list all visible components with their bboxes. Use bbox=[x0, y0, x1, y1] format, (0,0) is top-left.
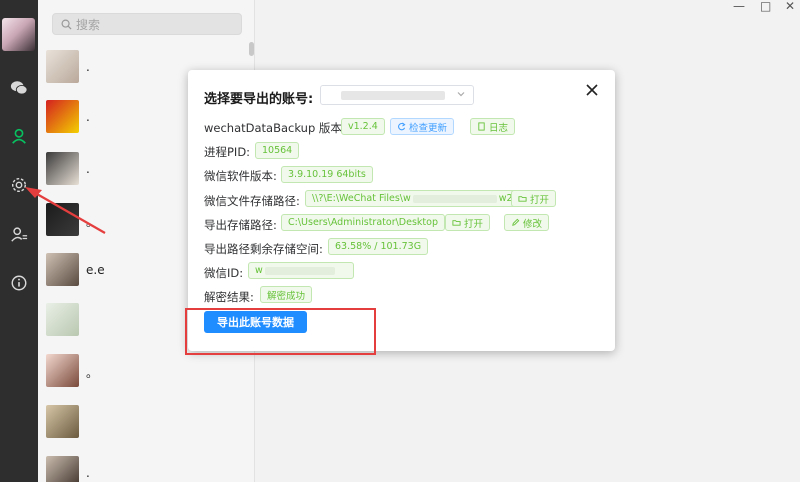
files-path-redacted bbox=[412, 194, 497, 203]
folder-icon bbox=[518, 196, 527, 202]
export-path-tag: C:\Users\Administrator\Desktop bbox=[281, 214, 445, 231]
close-icon[interactable] bbox=[585, 83, 599, 97]
contact-name: e.e bbox=[86, 263, 105, 277]
account-select[interactable] bbox=[320, 85, 474, 105]
version-label: wechatDataBackup 版本: bbox=[204, 121, 346, 135]
pid-tag: 10564 bbox=[255, 142, 300, 159]
wechat-id-redacted bbox=[264, 266, 335, 275]
check-update-label: 检查更新 bbox=[409, 122, 448, 134]
contact-avatar bbox=[46, 50, 79, 83]
decrypt-result-label: 解密结果: bbox=[204, 290, 254, 304]
user-manage-icon[interactable] bbox=[9, 224, 29, 244]
account-redacted bbox=[341, 91, 445, 100]
wechat-version-label: 微信软件版本: bbox=[204, 169, 277, 183]
open-export-path-button[interactable]: 打开 bbox=[445, 214, 491, 231]
contact-name: . bbox=[86, 466, 90, 480]
contact-name: . bbox=[86, 60, 90, 74]
modify-label: 修改 bbox=[523, 218, 543, 230]
wechat-id-value: w bbox=[255, 265, 263, 276]
refresh-icon bbox=[398, 122, 406, 131]
chat-list-item[interactable]: 。 bbox=[38, 354, 250, 404]
search-placeholder: 搜索 bbox=[76, 17, 101, 32]
free-space-label: 导出路径剩余存储空间: bbox=[204, 242, 323, 256]
contact-name: . bbox=[86, 162, 90, 176]
log-label: 日志 bbox=[489, 122, 509, 134]
open-files-path-button[interactable]: 打开 bbox=[511, 190, 557, 207]
contact-avatar bbox=[46, 303, 79, 336]
chevron-down-icon bbox=[457, 92, 465, 97]
files-path-label: 微信文件存储路径: bbox=[204, 194, 300, 208]
highlight-box bbox=[185, 308, 376, 355]
contacts-icon[interactable] bbox=[9, 126, 29, 146]
files-path-prefix: \\?\E:\WeChat Files\w bbox=[312, 193, 411, 204]
open-label-2: 打开 bbox=[464, 218, 484, 230]
user-avatar[interactable] bbox=[2, 18, 35, 51]
folder-icon bbox=[452, 220, 461, 226]
check-update-button[interactable]: 检查更新 bbox=[390, 118, 455, 135]
contact-name: . bbox=[86, 110, 90, 124]
contact-avatar bbox=[46, 152, 79, 185]
minimize-button[interactable]: — bbox=[733, 0, 745, 14]
log-button[interactable]: 日志 bbox=[470, 118, 516, 135]
settings-gear-icon[interactable] bbox=[9, 175, 29, 195]
wechat-id-label: 微信ID: bbox=[204, 266, 244, 280]
left-nav bbox=[0, 0, 38, 482]
search-icon bbox=[61, 19, 72, 30]
chat-list-item[interactable]: . bbox=[38, 456, 250, 482]
free-space-tag: 63.58% / 101.73G bbox=[328, 238, 429, 255]
maximize-button[interactable]: □ bbox=[760, 0, 771, 14]
version-tag: v1.2.4 bbox=[341, 118, 385, 135]
chat-icon[interactable] bbox=[9, 78, 29, 98]
edit-pencil-icon bbox=[512, 218, 520, 226]
contact-avatar bbox=[46, 203, 79, 236]
open-label: 打开 bbox=[530, 194, 550, 206]
export-path-label: 导出存储路径: bbox=[204, 218, 277, 232]
modify-export-path-button[interactable]: 修改 bbox=[504, 214, 550, 231]
wechat-version-tag: 3.9.10.19 64bits bbox=[281, 166, 373, 183]
contact-avatar bbox=[46, 100, 79, 133]
files-path-tag: \\?\E:\WeChat Files\w w2522 bbox=[305, 190, 538, 207]
dialog-title: 选择要导出的账号: bbox=[204, 92, 314, 107]
info-icon[interactable] bbox=[9, 273, 29, 293]
search-input[interactable]: 搜索 bbox=[52, 13, 242, 35]
contact-name: 。 bbox=[86, 215, 99, 229]
wechat-id-tag: w bbox=[248, 262, 354, 279]
chat-list-item[interactable] bbox=[38, 405, 250, 455]
contact-avatar bbox=[46, 405, 79, 438]
pid-label: 进程PID: bbox=[204, 145, 251, 159]
contact-avatar bbox=[46, 456, 79, 482]
contact-avatar bbox=[46, 253, 79, 286]
contact-name: 。 bbox=[86, 366, 99, 380]
close-window-button[interactable]: ✕ bbox=[785, 0, 795, 14]
decrypt-result-tag: 解密成功 bbox=[260, 286, 313, 303]
document-icon bbox=[478, 122, 485, 131]
contact-avatar bbox=[46, 354, 79, 387]
